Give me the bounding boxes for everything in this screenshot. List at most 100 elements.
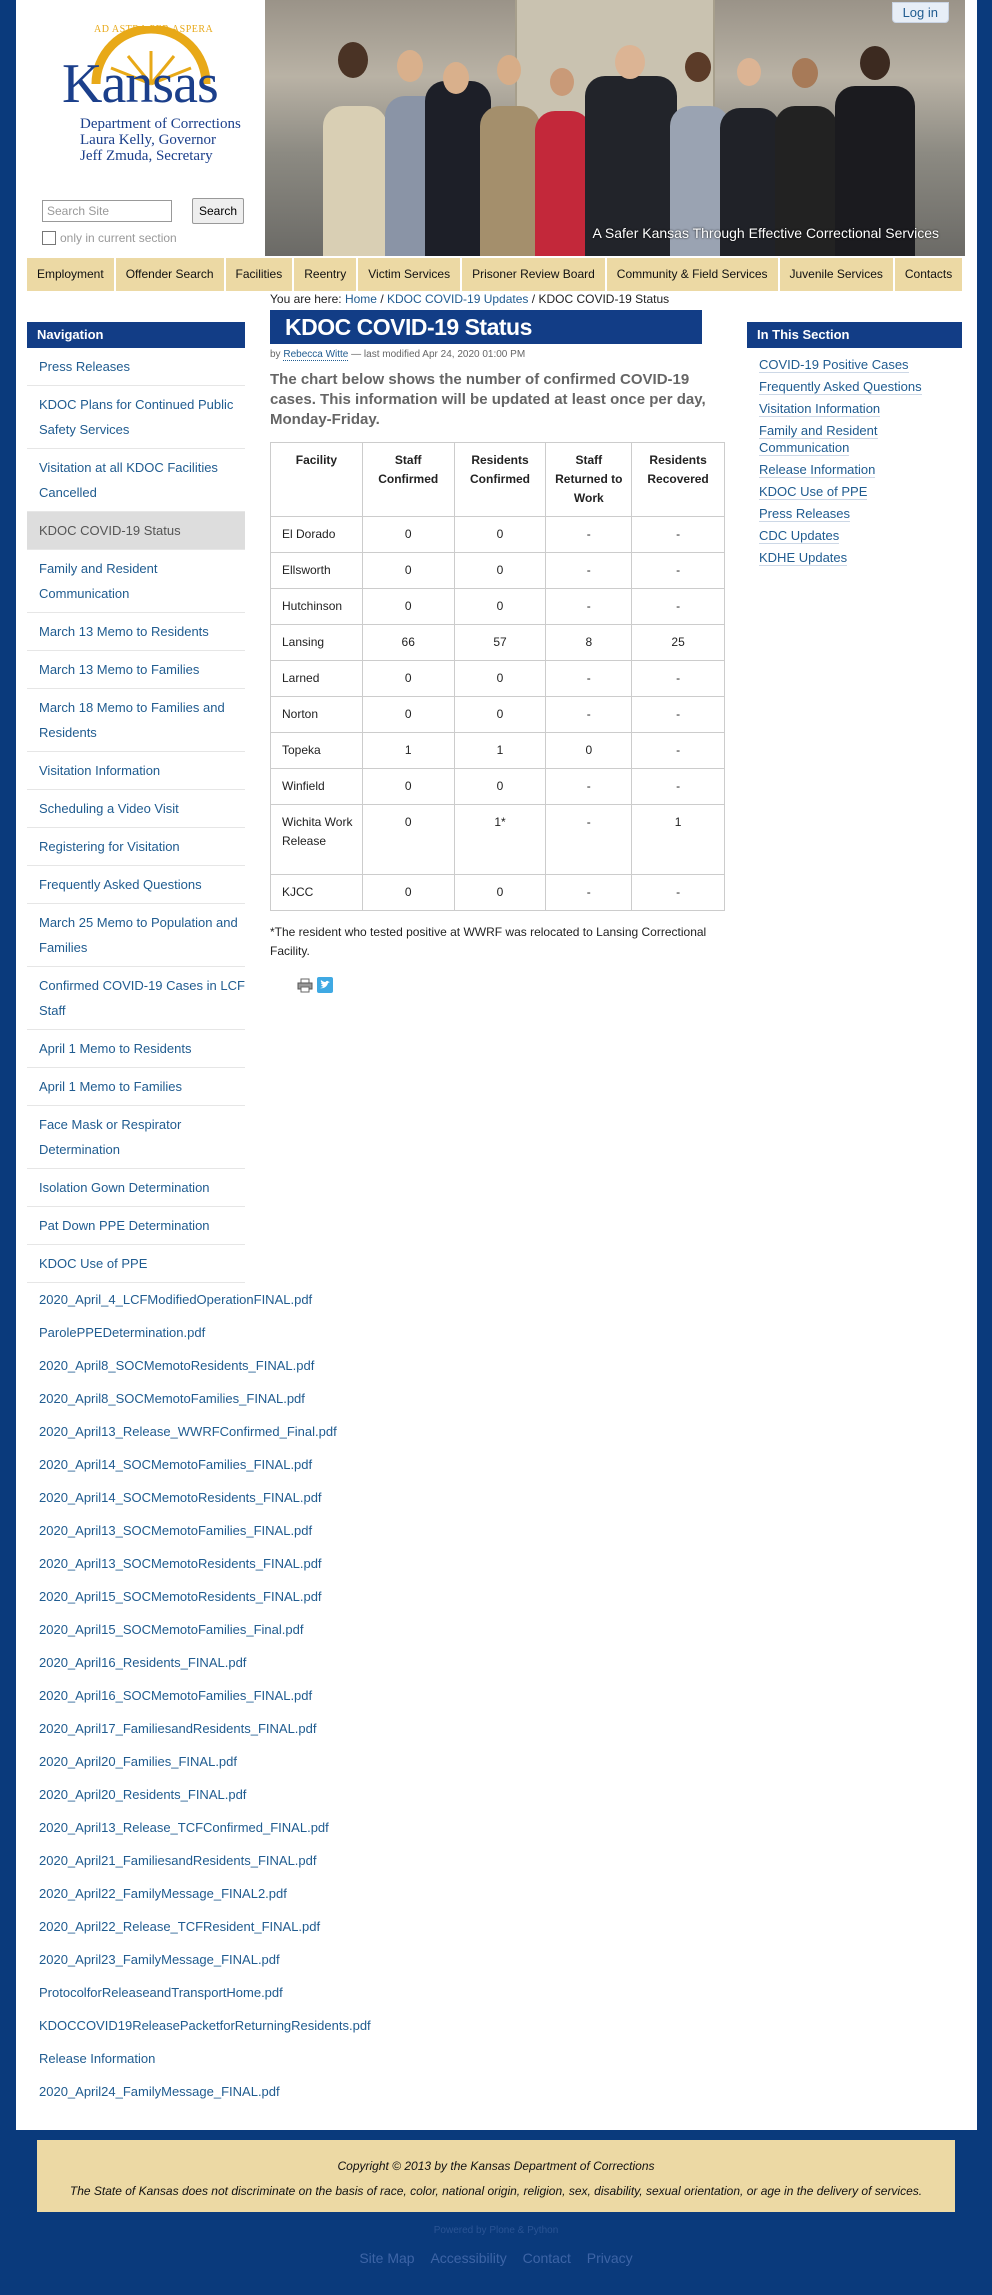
- file-link[interactable]: 2020_April13_Release_TCFConfirmed_FINAL.…: [39, 1820, 329, 1835]
- globalnav-facilities[interactable]: Facilities: [226, 258, 295, 291]
- file-link[interactable]: 2020_April15_SOCMemotoFamilies_Final.pdf: [39, 1622, 303, 1637]
- nav-item[interactable]: Press Releases: [27, 348, 245, 386]
- nav-file[interactable]: 2020_April8_SOCMemotoFamilies_FINAL.pdf: [27, 1382, 305, 1415]
- globalnav-prisoner-review-board[interactable]: Prisoner Review Board: [462, 258, 607, 291]
- nav-item[interactable]: March 13 Memo to Families: [27, 651, 245, 689]
- nav-link[interactable]: Pat Down PPE Determination: [39, 1218, 210, 1233]
- nav-file[interactable]: 2020_April14_SOCMemotoResidents_FINAL.pd…: [27, 1481, 322, 1514]
- nav-file[interactable]: 2020_April22_FamilyMessage_FINAL2.pdf: [27, 1877, 287, 1910]
- nav-file[interactable]: 2020_April16_Residents_FINAL.pdf: [27, 1646, 246, 1679]
- breadcrumb-parent[interactable]: KDOC COVID-19 Updates: [387, 292, 528, 306]
- file-link[interactable]: 2020_April14_SOCMemotoResidents_FINAL.pd…: [39, 1490, 322, 1505]
- nav-file[interactable]: 2020_April13_SOCMemotoResidents_FINAL.pd…: [27, 1547, 322, 1580]
- nav-file[interactable]: 2020_April15_SOCMemotoResidents_FINAL.pd…: [27, 1580, 322, 1613]
- nav-file[interactable]: 2020_April20_Families_FINAL.pdf: [27, 1745, 245, 1778]
- nav-file[interactable]: ParolePPEDetermination.pdf: [27, 1316, 245, 1349]
- nav-link[interactable]: Visitation at all KDOC Facilities Cancel…: [39, 460, 218, 500]
- login-link[interactable]: Log in: [891, 2, 949, 23]
- nav-file[interactable]: 2020_April13_Release_WWRFConfirmed_Final…: [27, 1415, 337, 1448]
- file-link[interactable]: ProtocolforReleaseandTransportHome.pdf: [39, 1985, 283, 2000]
- nav-file[interactable]: 2020_April17_FamiliesandResidents_FINAL.…: [27, 1712, 317, 1745]
- privacy-link[interactable]: Privacy: [587, 2250, 633, 2266]
- file-link[interactable]: 2020_April15_SOCMemotoResidents_FINAL.pd…: [39, 1589, 322, 1604]
- file-link[interactable]: 2020_April17_FamiliesandResidents_FINAL.…: [39, 1721, 317, 1736]
- sitemap-link[interactable]: Site Map: [359, 2250, 414, 2266]
- section-link[interactable]: COVID-19 Positive Cases: [759, 357, 909, 373]
- nav-link[interactable]: Scheduling a Video Visit: [39, 801, 179, 816]
- file-link[interactable]: 2020_April13_SOCMemotoResidents_FINAL.pd…: [39, 1556, 322, 1571]
- section-link[interactable]: Visitation Information: [759, 401, 881, 417]
- file-link[interactable]: 2020_April24_FamilyMessage_FINAL.pdf: [39, 2084, 280, 2099]
- globalnav-victim-services[interactable]: Victim Services: [358, 258, 463, 291]
- file-link[interactable]: 2020_April8_SOCMemotoResidents_FINAL.pdf: [39, 1358, 314, 1373]
- scope-checkbox[interactable]: [42, 231, 56, 245]
- nav-item[interactable]: KDOC Use of PPE: [27, 1245, 245, 1283]
- nav-item[interactable]: Visitation Information: [27, 752, 245, 790]
- nav-item[interactable]: Isolation Gown Determination: [27, 1169, 245, 1207]
- file-link[interactable]: 2020_April_4_LCFModifiedOperationFINAL.p…: [39, 1292, 312, 1307]
- nav-link[interactable]: KDOC Use of PPE: [39, 1256, 147, 1271]
- file-link[interactable]: 2020_April20_Families_FINAL.pdf: [39, 1754, 237, 1769]
- section-link[interactable]: Family and Resident Communication: [759, 423, 878, 456]
- nav-item[interactable]: April 1 Memo to Residents: [27, 1030, 245, 1068]
- nav-link[interactable]: March 13 Memo to Families: [39, 662, 199, 677]
- nav-item[interactable]: Registering for Visitation: [27, 828, 245, 866]
- nav-item[interactable]: Family and Resident Communication: [27, 550, 245, 613]
- file-link[interactable]: 2020_April13_Release_WWRFConfirmed_Final…: [39, 1424, 337, 1439]
- nav-link[interactable]: Face Mask or Respirator Determination: [39, 1117, 181, 1157]
- file-link[interactable]: 2020_April21_FamiliesandResidents_FINAL.…: [39, 1853, 317, 1868]
- nav-file[interactable]: 2020_April15_SOCMemotoFamilies_Final.pdf: [27, 1613, 303, 1646]
- nav-file[interactable]: 2020_April_4_LCFModifiedOperationFINAL.p…: [27, 1283, 312, 1316]
- nav-link[interactable]: March 13 Memo to Residents: [39, 624, 209, 639]
- nav-item[interactable]: KDOC Plans for Continued Public Safety S…: [27, 386, 245, 449]
- section-link[interactable]: Frequently Asked Questions: [759, 379, 922, 395]
- nav-item[interactable]: Visitation at all KDOC Facilities Cancel…: [27, 449, 245, 512]
- file-link[interactable]: 2020_April14_SOCMemotoFamilies_FINAL.pdf: [39, 1457, 312, 1472]
- nav-file[interactable]: 2020_April24_FamilyMessage_FINAL.pdf: [27, 2075, 280, 2108]
- nav-item[interactable]: March 18 Memo to Families and Residents: [27, 689, 245, 752]
- globalnav-reentry[interactable]: Reentry: [294, 258, 359, 291]
- file-link[interactable]: Release Information: [39, 2051, 155, 2066]
- accessibility-link[interactable]: Accessibility: [430, 2250, 506, 2266]
- section-link[interactable]: Press Releases: [759, 506, 851, 522]
- nav-item[interactable]: March 25 Memo to Population and Families: [27, 904, 245, 967]
- contact-link[interactable]: Contact: [523, 2250, 571, 2266]
- nav-link[interactable]: Frequently Asked Questions: [39, 877, 202, 892]
- search-button[interactable]: Search: [192, 198, 244, 224]
- breadcrumb-home[interactable]: Home: [345, 292, 377, 306]
- nav-file[interactable]: KDOCCOVID19ReleasePacketforReturningResi…: [27, 2009, 371, 2042]
- nav-file[interactable]: 2020_April13_SOCMemotoFamilies_FINAL.pdf: [27, 1514, 312, 1547]
- file-link[interactable]: 2020_April23_FamilyMessage_FINAL.pdf: [39, 1952, 280, 1967]
- file-link[interactable]: 2020_April16_SOCMemotoFamilies_FINAL.pdf: [39, 1688, 312, 1703]
- globalnav-juvenile-services[interactable]: Juvenile Services: [780, 258, 895, 291]
- globalnav-offender-search[interactable]: Offender Search: [116, 258, 226, 291]
- nav-link[interactable]: Family and Resident Communication: [39, 561, 158, 601]
- file-link[interactable]: 2020_April20_Residents_FINAL.pdf: [39, 1787, 246, 1802]
- nav-file[interactable]: 2020_April13_Release_TCFConfirmed_FINAL.…: [27, 1811, 329, 1844]
- print-icon[interactable]: [297, 977, 313, 993]
- section-link[interactable]: KDOC Use of PPE: [759, 484, 868, 500]
- nav-file[interactable]: 2020_April21_FamiliesandResidents_FINAL.…: [27, 1844, 317, 1877]
- nav-item-current[interactable]: KDOC COVID-19 Status: [27, 512, 245, 550]
- author-link[interactable]: Rebecca Witte: [283, 349, 349, 361]
- file-link[interactable]: ParolePPEDetermination.pdf: [39, 1325, 205, 1340]
- section-link[interactable]: Release Information: [759, 462, 876, 478]
- nav-link[interactable]: April 1 Memo to Families: [39, 1079, 182, 1094]
- section-link[interactable]: KDHE Updates: [759, 550, 848, 566]
- file-link[interactable]: 2020_April16_Residents_FINAL.pdf: [39, 1655, 246, 1670]
- nav-file[interactable]: 2020_April23_FamilyMessage_FINAL.pdf: [27, 1943, 280, 1976]
- nav-file[interactable]: 2020_April16_SOCMemotoFamilies_FINAL.pdf: [27, 1679, 312, 1712]
- nav-file[interactable]: 2020_April14_SOCMemotoFamilies_FINAL.pdf: [27, 1448, 312, 1481]
- nav-link[interactable]: Visitation Information: [39, 763, 160, 778]
- nav-link[interactable]: March 25 Memo to Population and Families: [39, 915, 238, 955]
- nav-link[interactable]: Isolation Gown Determination: [39, 1180, 210, 1195]
- nav-link[interactable]: March 18 Memo to Families and Residents: [39, 700, 225, 740]
- nav-item[interactable]: April 1 Memo to Families: [27, 1068, 245, 1106]
- nav-item[interactable]: Face Mask or Respirator Determination: [27, 1106, 245, 1169]
- kdoc-logo[interactable]: AD ASTRA PER ASPERA Kansas Department of…: [46, 18, 256, 178]
- nav-link[interactable]: KDOC COVID-19 Status: [39, 523, 181, 538]
- nav-file[interactable]: Release Information: [27, 2042, 245, 2075]
- nav-link[interactable]: Registering for Visitation: [39, 839, 180, 854]
- file-link[interactable]: 2020_April22_Release_TCFResident_FINAL.p…: [39, 1919, 320, 1934]
- file-link[interactable]: KDOCCOVID19ReleasePacketforReturningResi…: [39, 2018, 371, 2033]
